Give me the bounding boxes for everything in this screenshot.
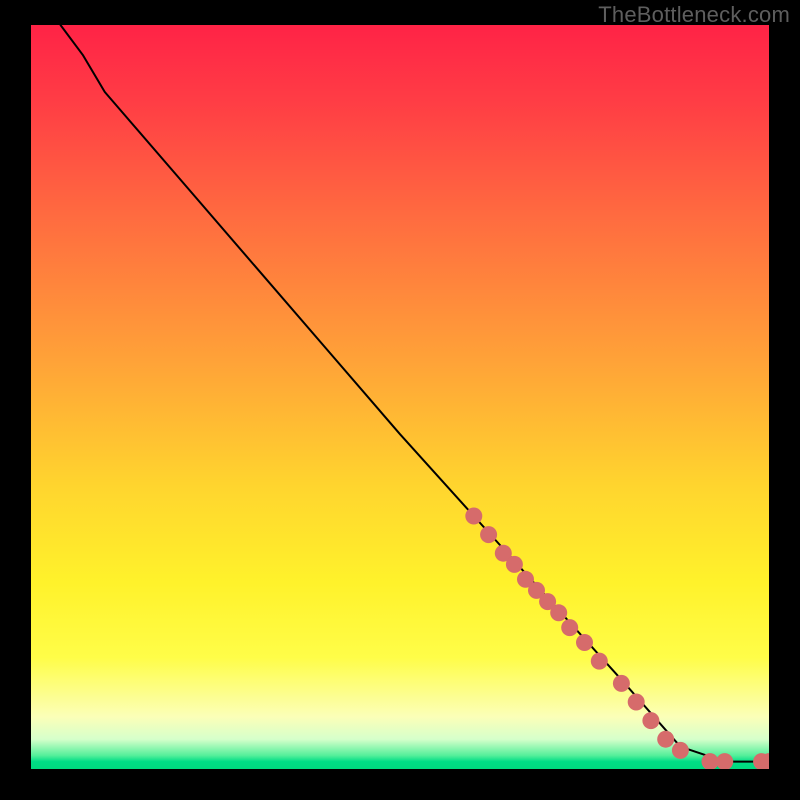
marker-dot (506, 556, 523, 573)
marker-dot (550, 604, 567, 621)
bottleneck-curve-line (61, 25, 770, 762)
highlighted-markers (465, 508, 769, 770)
marker-dot (628, 694, 645, 711)
marker-dot (716, 753, 733, 769)
marker-dot (672, 742, 689, 759)
watermark-text: TheBottleneck.com (598, 2, 790, 28)
marker-dot (465, 508, 482, 525)
marker-dot (642, 712, 659, 729)
chart-overlay-svg (31, 25, 769, 769)
marker-dot (591, 653, 608, 670)
marker-dot (480, 526, 497, 543)
marker-dot (613, 675, 630, 692)
marker-dot (657, 731, 674, 748)
chart-frame: TheBottleneck.com (0, 0, 800, 800)
marker-dot (561, 619, 578, 636)
marker-dot (576, 634, 593, 651)
